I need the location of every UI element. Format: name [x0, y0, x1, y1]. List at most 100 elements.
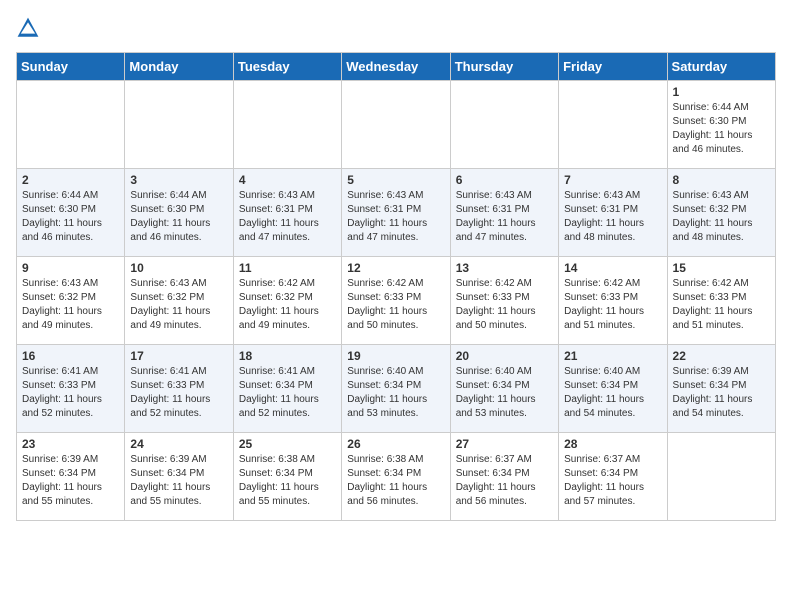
calendar-cell: 18 Sunrise: 6:41 AM Sunset: 6:34 PM Dayli…: [233, 345, 341, 433]
weekday-header-saturday: Saturday: [667, 53, 775, 81]
day-number: 19: [347, 349, 444, 363]
calendar-cell: 1 Sunrise: 6:44 AM Sunset: 6:30 PM Daylig…: [667, 81, 775, 169]
day-number: 7: [564, 173, 661, 187]
day-info: Sunrise: 6:39 AM Sunset: 6:34 PM Dayligh…: [22, 453, 119, 509]
day-info: Sunrise: 6:43 AM Sunset: 6:31 PM Dayligh…: [347, 189, 444, 245]
day-info: Sunrise: 6:43 AM Sunset: 6:31 PM Dayligh…: [564, 189, 661, 245]
calendar-cell: [125, 81, 233, 169]
calendar-cell: 8 Sunrise: 6:43 AM Sunset: 6:32 PM Daylig…: [667, 169, 775, 257]
day-info: Sunrise: 6:44 AM Sunset: 6:30 PM Dayligh…: [22, 189, 119, 245]
weekday-header-thursday: Thursday: [450, 53, 558, 81]
calendar-cell: [559, 81, 667, 169]
day-number: 8: [673, 173, 770, 187]
day-info: Sunrise: 6:42 AM Sunset: 6:33 PM Dayligh…: [564, 277, 661, 333]
day-info: Sunrise: 6:42 AM Sunset: 6:33 PM Dayligh…: [456, 277, 553, 333]
day-info: Sunrise: 6:39 AM Sunset: 6:34 PM Dayligh…: [130, 453, 227, 509]
day-number: 12: [347, 261, 444, 275]
day-info: Sunrise: 6:37 AM Sunset: 6:34 PM Dayligh…: [456, 453, 553, 509]
day-number: 18: [239, 349, 336, 363]
day-info: Sunrise: 6:43 AM Sunset: 6:31 PM Dayligh…: [456, 189, 553, 245]
day-number: 15: [673, 261, 770, 275]
day-number: 22: [673, 349, 770, 363]
calendar-cell: 17 Sunrise: 6:41 AM Sunset: 6:33 PM Dayli…: [125, 345, 233, 433]
day-number: 6: [456, 173, 553, 187]
calendar-cell: [450, 81, 558, 169]
day-info: Sunrise: 6:44 AM Sunset: 6:30 PM Dayligh…: [130, 189, 227, 245]
day-info: Sunrise: 6:38 AM Sunset: 6:34 PM Dayligh…: [239, 453, 336, 509]
day-number: 4: [239, 173, 336, 187]
calendar-cell: [233, 81, 341, 169]
calendar-cell: 2 Sunrise: 6:44 AM Sunset: 6:30 PM Daylig…: [17, 169, 125, 257]
day-number: 21: [564, 349, 661, 363]
calendar-cell: 21 Sunrise: 6:40 AM Sunset: 6:34 PM Dayli…: [559, 345, 667, 433]
calendar-cell: 24 Sunrise: 6:39 AM Sunset: 6:34 PM Dayli…: [125, 433, 233, 521]
day-info: Sunrise: 6:39 AM Sunset: 6:34 PM Dayligh…: [673, 365, 770, 421]
weekday-header-row: SundayMondayTuesdayWednesdayThursdayFrid…: [17, 53, 776, 81]
day-number: 28: [564, 437, 661, 451]
calendar-cell: [342, 81, 450, 169]
calendar-cell: 4 Sunrise: 6:43 AM Sunset: 6:31 PM Daylig…: [233, 169, 341, 257]
day-info: Sunrise: 6:43 AM Sunset: 6:31 PM Dayligh…: [239, 189, 336, 245]
day-number: 27: [456, 437, 553, 451]
week-row-1: 1 Sunrise: 6:44 AM Sunset: 6:30 PM Daylig…: [17, 81, 776, 169]
day-number: 1: [673, 85, 770, 99]
day-info: Sunrise: 6:41 AM Sunset: 6:33 PM Dayligh…: [130, 365, 227, 421]
day-number: 11: [239, 261, 336, 275]
calendar-cell: 6 Sunrise: 6:43 AM Sunset: 6:31 PM Daylig…: [450, 169, 558, 257]
header: [16, 16, 776, 40]
calendar-cell: 9 Sunrise: 6:43 AM Sunset: 6:32 PM Daylig…: [17, 257, 125, 345]
calendar-cell: [667, 433, 775, 521]
calendar-cell: 19 Sunrise: 6:40 AM Sunset: 6:34 PM Dayli…: [342, 345, 450, 433]
calendar-cell: 13 Sunrise: 6:42 AM Sunset: 6:33 PM Dayli…: [450, 257, 558, 345]
calendar-cell: 16 Sunrise: 6:41 AM Sunset: 6:33 PM Dayli…: [17, 345, 125, 433]
calendar-cell: 3 Sunrise: 6:44 AM Sunset: 6:30 PM Daylig…: [125, 169, 233, 257]
logo-icon: [16, 16, 40, 40]
calendar-cell: 11 Sunrise: 6:42 AM Sunset: 6:32 PM Dayli…: [233, 257, 341, 345]
calendar-cell: 12 Sunrise: 6:42 AM Sunset: 6:33 PM Dayli…: [342, 257, 450, 345]
week-row-5: 23 Sunrise: 6:39 AM Sunset: 6:34 PM Dayli…: [17, 433, 776, 521]
day-info: Sunrise: 6:42 AM Sunset: 6:33 PM Dayligh…: [347, 277, 444, 333]
day-info: Sunrise: 6:42 AM Sunset: 6:32 PM Dayligh…: [239, 277, 336, 333]
calendar-cell: 22 Sunrise: 6:39 AM Sunset: 6:34 PM Dayli…: [667, 345, 775, 433]
day-number: 26: [347, 437, 444, 451]
day-info: Sunrise: 6:43 AM Sunset: 6:32 PM Dayligh…: [673, 189, 770, 245]
calendar-cell: 7 Sunrise: 6:43 AM Sunset: 6:31 PM Daylig…: [559, 169, 667, 257]
calendar-cell: 10 Sunrise: 6:43 AM Sunset: 6:32 PM Dayli…: [125, 257, 233, 345]
calendar-cell: 15Sunrise: 6:42 AM Sunset: 6:33 PM Dayli…: [667, 257, 775, 345]
day-number: 25: [239, 437, 336, 451]
calendar-cell: 20Sunrise: 6:40 AM Sunset: 6:34 PM Dayli…: [450, 345, 558, 433]
week-row-3: 9 Sunrise: 6:43 AM Sunset: 6:32 PM Daylig…: [17, 257, 776, 345]
day-info: Sunrise: 6:40 AM Sunset: 6:34 PM Dayligh…: [347, 365, 444, 421]
day-info: Sunrise: 6:40 AM Sunset: 6:34 PM Dayligh…: [564, 365, 661, 421]
day-number: 17: [130, 349, 227, 363]
calendar-cell: 26Sunrise: 6:38 AM Sunset: 6:34 PM Dayli…: [342, 433, 450, 521]
calendar-cell: 25 Sunrise: 6:38 AM Sunset: 6:34 PM Dayli…: [233, 433, 341, 521]
week-row-2: 2 Sunrise: 6:44 AM Sunset: 6:30 PM Daylig…: [17, 169, 776, 257]
calendar-cell: 5 Sunrise: 6:43 AM Sunset: 6:31 PM Daylig…: [342, 169, 450, 257]
day-info: Sunrise: 6:37 AM Sunset: 6:34 PM Dayligh…: [564, 453, 661, 509]
day-number: 2: [22, 173, 119, 187]
weekday-header-tuesday: Tuesday: [233, 53, 341, 81]
day-info: Sunrise: 6:41 AM Sunset: 6:33 PM Dayligh…: [22, 365, 119, 421]
day-number: 3: [130, 173, 227, 187]
weekday-header-wednesday: Wednesday: [342, 53, 450, 81]
day-info: Sunrise: 6:40 AM Sunset: 6:34 PM Dayligh…: [456, 365, 553, 421]
day-number: 10: [130, 261, 227, 275]
calendar-cell: 14 Sunrise: 6:42 AM Sunset: 6:33 PM Dayli…: [559, 257, 667, 345]
day-number: 16: [22, 349, 119, 363]
day-number: 14: [564, 261, 661, 275]
day-info: Sunrise: 6:44 AM Sunset: 6:30 PM Dayligh…: [673, 101, 770, 157]
weekday-header-monday: Monday: [125, 53, 233, 81]
week-row-4: 16 Sunrise: 6:41 AM Sunset: 6:33 PM Dayli…: [17, 345, 776, 433]
day-number: 5: [347, 173, 444, 187]
day-number: 24: [130, 437, 227, 451]
day-info: Sunrise: 6:43 AM Sunset: 6:32 PM Dayligh…: [22, 277, 119, 333]
day-number: 23: [22, 437, 119, 451]
day-number: 13: [456, 261, 553, 275]
weekday-header-friday: Friday: [559, 53, 667, 81]
calendar-cell: 28 Sunrise: 6:37 AM Sunset: 6:34 PM Dayli…: [559, 433, 667, 521]
calendar-table: SundayMondayTuesdayWednesdayThursdayFrid…: [16, 52, 776, 521]
day-info: Sunrise: 6:41 AM Sunset: 6:34 PM Dayligh…: [239, 365, 336, 421]
day-info: Sunrise: 6:43 AM Sunset: 6:32 PM Dayligh…: [130, 277, 227, 333]
day-number: 9: [22, 261, 119, 275]
